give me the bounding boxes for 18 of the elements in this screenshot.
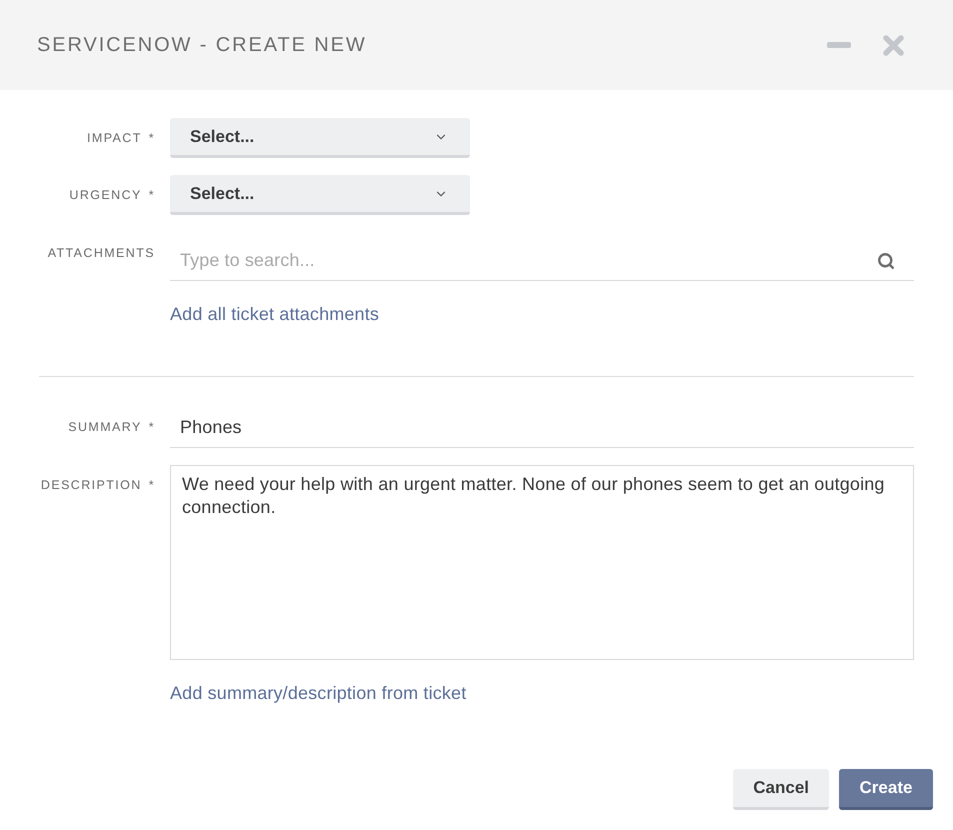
search-icon[interactable]: [877, 252, 895, 270]
minimize-icon[interactable]: [827, 42, 851, 48]
field-label: SUMMARY *: [68, 419, 155, 436]
link[interactable]: Add all ticket attachments: [170, 304, 380, 324]
select-dropdown[interactable]: Select...: [170, 118, 470, 158]
create-button[interactable]: Create: [839, 769, 933, 810]
field-label: IMPACT *: [87, 130, 155, 147]
search-field[interactable]: Type to search...: [170, 241, 914, 281]
dialog-title: SERVICENOW - CREATE NEW: [37, 34, 367, 56]
cancel-button[interactable]: Cancel: [733, 769, 829, 810]
close-icon[interactable]: [883, 34, 904, 56]
field-label: ATTACHMENTS: [48, 245, 155, 262]
select-dropdown[interactable]: Select...: [170, 175, 470, 215]
link[interactable]: Add summary/description from ticket: [170, 683, 466, 703]
text-field[interactable]: Phones: [170, 407, 914, 448]
description-field[interactable]: We need your help with an urgent matter. None of our phones seem to get an outgoing connection.: [170, 465, 914, 660]
field-label: DESCRIPTION *: [40, 477, 155, 494]
field-label: URGENCY *: [69, 187, 155, 204]
